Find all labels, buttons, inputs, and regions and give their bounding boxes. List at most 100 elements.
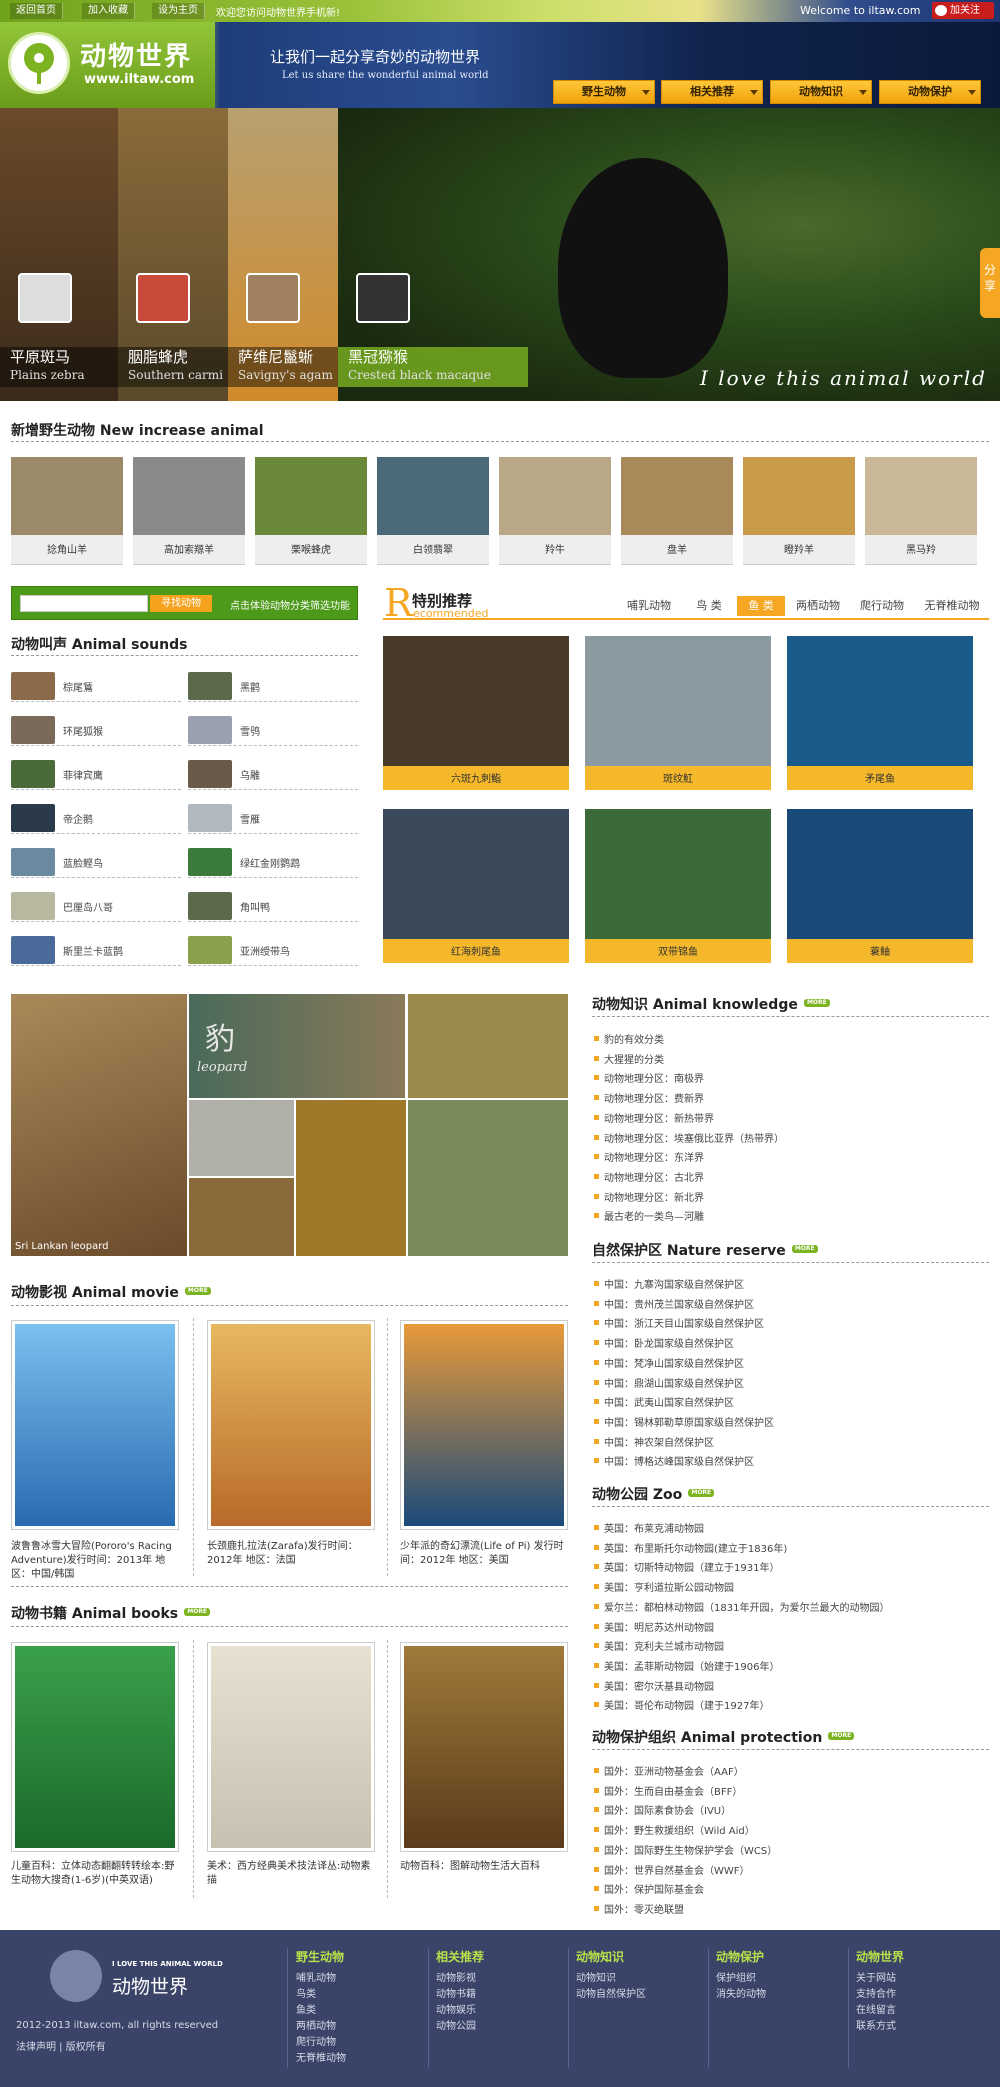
list-link[interactable]: 国外：生而自由基金会（BFF） <box>592 1783 742 1798</box>
list-link[interactable]: 国外：世界自然基金会（WWF） <box>592 1862 750 1877</box>
list-link[interactable]: 大猩猩的分类 <box>592 1051 664 1066</box>
book-card[interactable] <box>400 1642 570 1857</box>
footer-link[interactable]: 鱼类 <box>296 2003 346 2019</box>
footer-link[interactable]: 动物公园 <box>436 2019 484 2035</box>
new-animal-card[interactable]: 高加索羱羊 <box>133 457 245 565</box>
fish-card[interactable]: 六斑九刺鮨 <box>383 636 569 790</box>
movie-card[interactable] <box>207 1320 377 1535</box>
movie-caption[interactable]: 波鲁鲁冰雪大冒险(Pororo's Racing Adventure)发行时间：… <box>11 1540 181 1582</box>
search-button[interactable]: 寻找动物 <box>150 595 212 612</box>
list-link[interactable]: 国外：亚洲动物基金会（AAF） <box>592 1763 744 1778</box>
nav-knowledge[interactable]: 动物知识 <box>770 80 872 104</box>
list-link[interactable]: 美国：哥伦布动物园（建于1927年） <box>592 1697 769 1712</box>
footer-col-heading[interactable]: 野生动物 <box>296 1948 346 1965</box>
tab-birds[interactable]: 鸟 类 <box>683 596 735 616</box>
list-link[interactable]: 国外：零灭绝联盟 <box>592 1901 684 1916</box>
sound-item[interactable]: 环尾狐猴 <box>11 714 181 746</box>
sound-item[interactable]: 帝企鹅 <box>11 802 181 834</box>
tab-reptiles[interactable]: 爬行动物 <box>852 596 912 616</box>
footer-link[interactable]: 消失的动物 <box>716 1987 766 2003</box>
footer-link[interactable]: 哺乳动物 <box>296 1971 346 1987</box>
banner-slide-bee-eater[interactable]: 胭脂蜂虎 Southern carmi <box>118 108 228 401</box>
share-tab[interactable]: 分享 <box>980 248 1000 318</box>
list-link[interactable]: 中国：梵净山国家级自然保护区 <box>592 1355 744 1370</box>
list-link[interactable]: 中国：博格达峰国家级自然保护区 <box>592 1453 754 1468</box>
sound-item[interactable]: 棕尾鵟 <box>11 670 181 702</box>
snow-leopard-photo[interactable] <box>189 1100 294 1176</box>
sound-item[interactable]: 亚洲绶带鸟 <box>188 934 358 966</box>
footer-link[interactable]: 动物娱乐 <box>436 2003 484 2019</box>
list-link[interactable]: 中国：浙江天目山国家级自然保护区 <box>592 1315 764 1330</box>
leopard-photo[interactable] <box>408 1100 568 1256</box>
leopard-photo[interactable] <box>189 1178 294 1256</box>
list-link[interactable]: 美国：亨利道拉斯公园动物园 <box>592 1579 734 1594</box>
footer-logo-icon[interactable] <box>50 1950 102 2002</box>
book-card[interactable] <box>11 1642 181 1857</box>
list-link[interactable]: 国外：国际野生生物保护学会（WCS） <box>592 1842 777 1857</box>
fish-card[interactable]: 双带锦鱼 <box>585 809 771 963</box>
list-link[interactable]: 动物地理分区：古北界 <box>592 1169 704 1184</box>
fish-card[interactable]: 斑纹魟 <box>585 636 771 790</box>
tab-fish[interactable]: 鱼 类 <box>737 596 785 616</box>
banner-slide-macaque[interactable]: 黑冠猕猴 Crested black macaque <box>338 108 1000 401</box>
list-link[interactable]: 中国：武夷山国家自然保护区 <box>592 1394 734 1409</box>
footer-link[interactable]: 两栖动物 <box>296 2019 346 2035</box>
list-link[interactable]: 动物地理分区：东洋界 <box>592 1149 704 1164</box>
new-animal-card[interactable]: 栗喉蜂虎 <box>255 457 367 565</box>
more-button[interactable]: MORE <box>184 1608 211 1616</box>
list-link[interactable]: 中国：鼎湖山国家级自然保护区 <box>592 1375 744 1390</box>
movie-caption[interactable]: 长颈鹿扎拉法(Zarafa)发行时间：2012年 地区：法国 <box>207 1540 377 1568</box>
filter-tip-link[interactable]: 点击体验动物分类筛选功能 <box>230 597 350 612</box>
bookmark-link[interactable]: 加入收藏 <box>82 3 135 19</box>
list-link[interactable]: 美国：明尼苏达州动物园 <box>592 1619 714 1634</box>
list-link[interactable]: 中国：贵州茂兰国家级自然保护区 <box>592 1296 754 1311</box>
legal-links[interactable]: 法律声明 | 版权所有 <box>16 2038 106 2053</box>
list-link[interactable]: 英国：布里斯托尔动物园(建立于1836年) <box>592 1540 787 1555</box>
more-button[interactable]: MORE <box>828 1732 855 1740</box>
leopard-title-photo[interactable]: 豹 leopard <box>189 994 405 1098</box>
list-link[interactable]: 国外：国际素食协会（IVU） <box>592 1802 731 1817</box>
new-animal-card[interactable]: 瞪羚羊 <box>743 457 855 565</box>
new-animal-card[interactable]: 羚牛 <box>499 457 611 565</box>
footer-link[interactable]: 支持合作 <box>856 1987 904 2003</box>
footer-link[interactable]: 无脊椎动物 <box>296 2051 346 2067</box>
more-button[interactable]: MORE <box>803 999 830 1007</box>
movie-caption[interactable]: 少年派的奇幻漂流(Life of Pi) 发行时间：2012年 地区：美国 <box>400 1540 570 1568</box>
footer-link[interactable]: 动物书籍 <box>436 1987 484 2003</box>
list-link[interactable]: 国外：保护国际基金会 <box>592 1881 704 1896</box>
footer-link[interactable]: 联系方式 <box>856 2019 904 2035</box>
home-link[interactable]: 返回首页 <box>10 3 63 19</box>
sound-item[interactable]: 蓝脸鲣鸟 <box>11 846 181 878</box>
new-animal-card[interactable]: 白领翡翠 <box>377 457 489 565</box>
sound-item[interactable]: 巴厘岛八哥 <box>11 890 181 922</box>
footer-col-heading[interactable]: 动物世界 <box>856 1948 904 1965</box>
footer-link[interactable]: 关于网站 <box>856 1971 904 1987</box>
list-link[interactable]: 英国：布莱克浦动物园 <box>592 1520 704 1535</box>
list-link[interactable]: 动物地理分区：新北界 <box>592 1189 704 1204</box>
list-link[interactable]: 动物地理分区：新热带界 <box>592 1110 714 1125</box>
list-link[interactable]: 英国：切斯特动物园（建立于1931年） <box>592 1559 779 1574</box>
tab-invertebrates[interactable]: 无脊椎动物 <box>916 596 988 616</box>
footer-link[interactable]: 动物知识 <box>576 1971 646 1987</box>
sound-item[interactable]: 雪雁 <box>188 802 358 834</box>
nav-recommended[interactable]: 相关推荐 <box>661 80 763 104</box>
book-caption[interactable]: 美术：西方经典美术技法译丛:动物素描 <box>207 1860 377 1888</box>
book-card[interactable] <box>207 1642 377 1857</box>
sound-item[interactable]: 黑鹳 <box>188 670 358 702</box>
list-link[interactable]: 国外：野生救援组织（Wild Aid） <box>592 1822 755 1837</box>
footer-link[interactable]: 在线留言 <box>856 2003 904 2019</box>
footer-col-heading[interactable]: 动物保护 <box>716 1948 766 1965</box>
list-link[interactable]: 豹的有效分类 <box>592 1031 664 1046</box>
new-animal-card[interactable]: 黑马羚 <box>865 457 977 565</box>
set-homepage-link[interactable]: 设为主页 <box>152 3 205 19</box>
list-link[interactable]: 美国：孟菲斯动物园（始建于1906年） <box>592 1658 779 1673</box>
list-link[interactable]: 美国：克利夫兰城市动物园 <box>592 1638 724 1653</box>
nav-wild-animals[interactable]: 野生动物 <box>553 80 655 104</box>
list-link[interactable]: 爱尔兰：都柏林动物园（1831年开园，为爱尔兰最大的动物园） <box>592 1599 889 1614</box>
list-link[interactable]: 美国：密尔沃基县动物园 <box>592 1678 714 1693</box>
list-link[interactable]: 动物地理分区：费新界 <box>592 1090 704 1105</box>
sound-item[interactable]: 菲律宾鹰 <box>11 758 181 790</box>
footer-link[interactable]: 爬行动物 <box>296 2035 346 2051</box>
search-input[interactable] <box>20 595 148 612</box>
footer-link[interactable]: 动物影视 <box>436 1971 484 1987</box>
